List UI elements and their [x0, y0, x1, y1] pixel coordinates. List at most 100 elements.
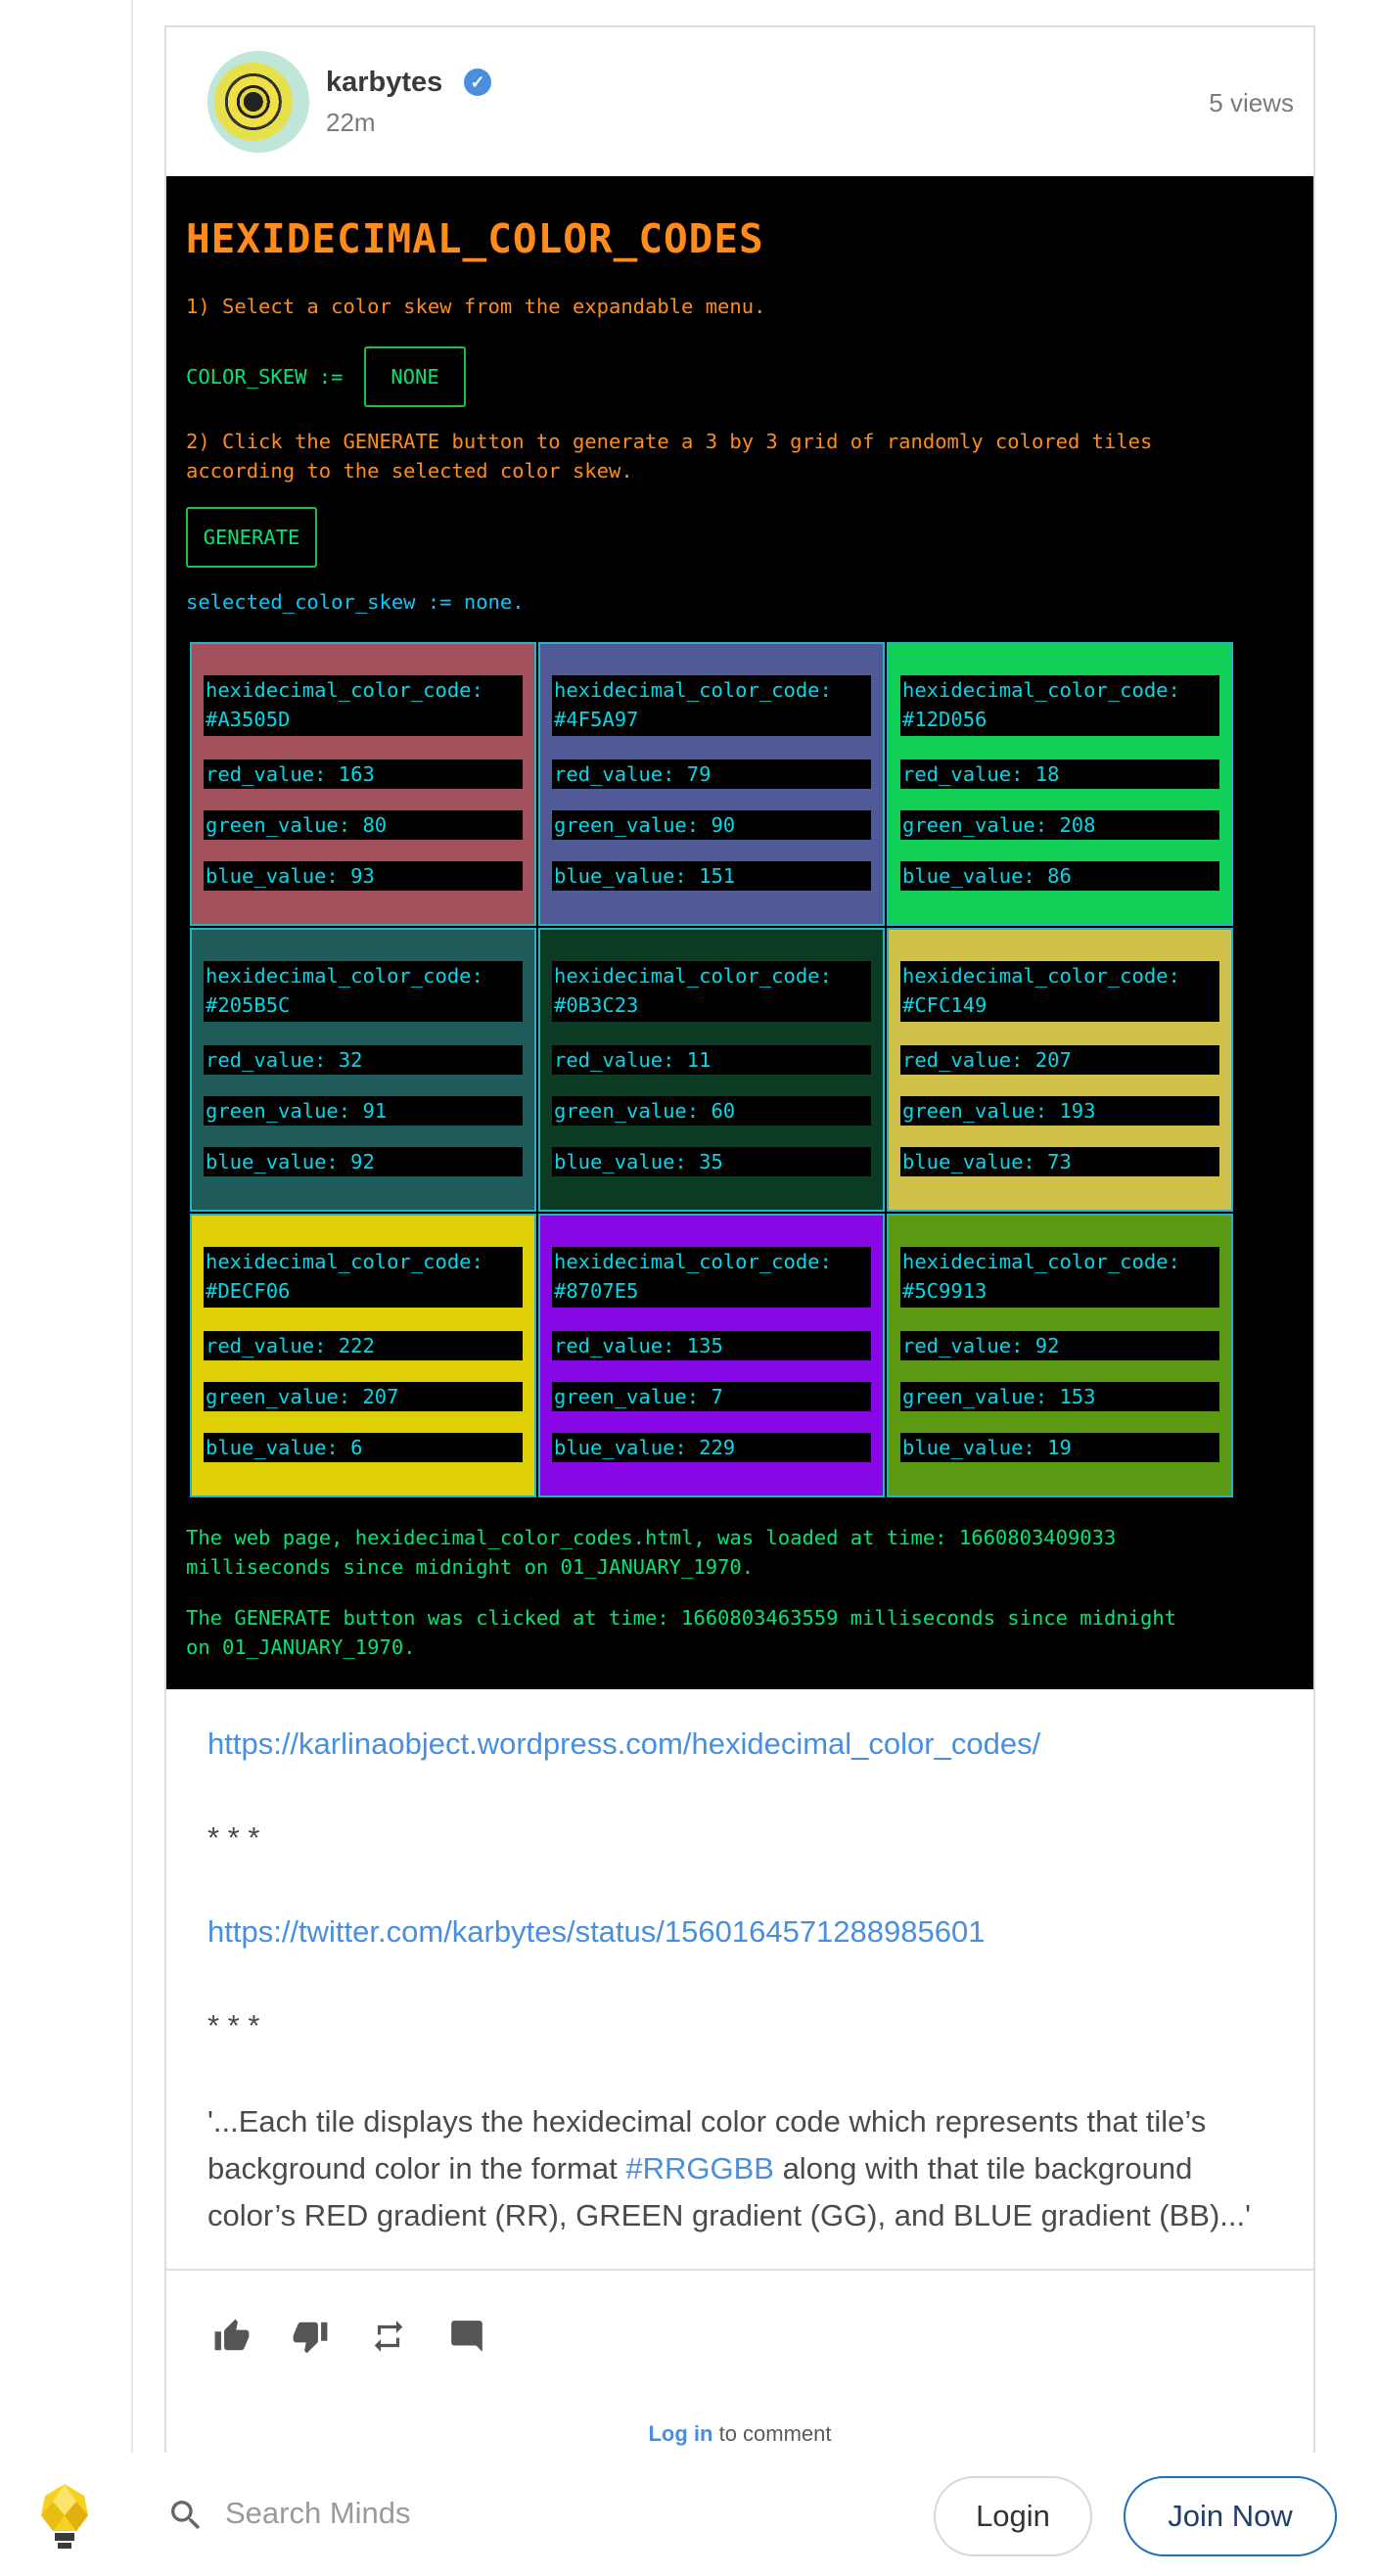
hex-code-value: #205B5C	[206, 993, 291, 1017]
red-value: red_value: 32	[204, 1045, 523, 1075]
red-value: red_value: 79	[552, 759, 871, 789]
hashtag-link[interactable]: #RRGGBB	[625, 2151, 774, 2185]
hex-code-value: #0B3C23	[554, 993, 639, 1017]
green-value: green_value: 207	[204, 1382, 523, 1411]
embedded-app-screenshot: HEXIDECIMAL_COLOR_CODES 1) Select a colo…	[166, 176, 1313, 1689]
blue-value: blue_value: 151	[552, 861, 871, 891]
red-value: red_value: 135	[552, 1331, 871, 1360]
comment-icon[interactable]	[448, 2318, 485, 2355]
hex-code-value: #12D056	[902, 708, 988, 731]
hex-code-label: hexidecimal_color_code:	[206, 678, 483, 702]
hex-code-value: #A3505D	[206, 708, 291, 731]
hex-code-label: hexidecimal_color_code:	[902, 964, 1180, 988]
comment-prompt: Log in to comment	[166, 2421, 1313, 2447]
left-rail	[0, 0, 133, 2576]
blue-value: blue_value: 73	[900, 1147, 1219, 1176]
bottom-bar: Login Join Now	[0, 2453, 1378, 2576]
green-value: green_value: 7	[552, 1382, 871, 1411]
hex-code-label: hexidecimal_color_code:	[902, 678, 1180, 702]
hex-code-value: #DECF06	[206, 1279, 291, 1303]
green-value: green_value: 80	[204, 810, 523, 840]
color-tile: hexidecimal_color_code: #8707E5 red_value…	[538, 1214, 885, 1497]
step-1-text: 1) Select a color skew from the expandab…	[186, 295, 766, 318]
thumbs-down-icon[interactable]	[292, 2318, 329, 2355]
post-quote: '...Each tile displays the hexidecimal c…	[207, 2098, 1274, 2239]
minds-logo-bulb-icon[interactable]	[37, 2482, 92, 2553]
step-2-line-1: 2) Click the GENERATE button to generate…	[186, 430, 1153, 453]
avatar[interactable]	[207, 51, 309, 153]
hex-code-field: hexidecimal_color_code: #205B5C	[204, 961, 523, 1022]
color-tile: hexidecimal_color_code: #205B5C red_value…	[190, 928, 536, 1212]
color-tile: hexidecimal_color_code: #CFC149 red_value…	[887, 928, 1233, 1212]
post-time[interactable]: 22m	[326, 108, 376, 138]
hex-code-value: #5C9913	[902, 1279, 988, 1303]
color-tile: hexidecimal_color_code: #12D056 red_value…	[887, 642, 1233, 926]
hex-code-field: hexidecimal_color_code: #12D056	[900, 675, 1219, 736]
hex-code-label: hexidecimal_color_code:	[902, 1250, 1180, 1273]
divider	[166, 2269, 1313, 2271]
hex-code-field: hexidecimal_color_code: #DECF06	[204, 1247, 523, 1308]
blue-value: blue_value: 35	[552, 1147, 871, 1176]
search-icon[interactable]	[166, 2496, 206, 2535]
hex-code-field: hexidecimal_color_code: #CFC149	[900, 961, 1219, 1022]
hex-code-field: hexidecimal_color_code: #8707E5	[552, 1247, 871, 1308]
comment-suffix: to comment	[712, 2421, 832, 2446]
color-tile: hexidecimal_color_code: #DECF06 red_value…	[190, 1214, 536, 1497]
hex-code-value: #4F5A97	[554, 708, 639, 731]
post-actions	[213, 2318, 485, 2355]
thumbs-up-icon[interactable]	[213, 2318, 251, 2355]
login-to-comment-link[interactable]: Log in	[648, 2421, 712, 2446]
red-value: red_value: 163	[204, 759, 523, 789]
clicked-time-line-2: on 01_JANUARY_1970.	[186, 1635, 416, 1659]
red-value: red_value: 18	[900, 759, 1219, 789]
view-count: 5 views	[1209, 88, 1294, 117]
color-skew-select[interactable]: NONE	[364, 346, 466, 407]
blue-value: blue_value: 92	[204, 1147, 523, 1176]
verified-badge-icon: ✓	[464, 69, 491, 96]
loaded-time-line-2: milliseconds since midnight on 01_JANUAR…	[186, 1555, 755, 1579]
red-value: red_value: 11	[552, 1045, 871, 1075]
remind-repeat-icon[interactable]	[370, 2318, 407, 2355]
hex-code-label: hexidecimal_color_code:	[206, 964, 483, 988]
blue-value: blue_value: 93	[204, 861, 523, 891]
color-tile-grid: hexidecimal_color_code: #A3505D red_value…	[190, 642, 1235, 1497]
app-title: HEXIDECIMAL_COLOR_CODES	[186, 215, 764, 262]
hex-code-label: hexidecimal_color_code:	[206, 1250, 483, 1273]
login-button[interactable]: Login	[934, 2476, 1092, 2556]
color-tile: hexidecimal_color_code: #4F5A97 red_value…	[538, 642, 885, 926]
green-value: green_value: 208	[900, 810, 1219, 840]
search-input[interactable]	[225, 2482, 861, 2545]
post-card: karbytes ✓ 22m 5 views HEXIDECIMAL_COLOR…	[164, 25, 1315, 2453]
post-header: karbytes ✓ 22m 5 views	[166, 27, 1313, 176]
separator: * * *	[207, 1820, 260, 1855]
red-value: red_value: 222	[204, 1331, 523, 1360]
loaded-time-line-1: The web page, hexidecimal_color_codes.ht…	[186, 1526, 1117, 1549]
hex-code-field: hexidecimal_color_code: #5C9913	[900, 1247, 1219, 1308]
selected-color-skew-text: selected_color_skew := none.	[186, 590, 525, 614]
blue-value: blue_value: 86	[900, 861, 1219, 891]
twitter-link[interactable]: https://twitter.com/karbytes/status/1560…	[207, 1909, 985, 1955]
blue-value: blue_value: 229	[552, 1433, 871, 1462]
color-tile: hexidecimal_color_code: #A3505D red_value…	[190, 642, 536, 926]
green-value: green_value: 90	[552, 810, 871, 840]
green-value: green_value: 153	[900, 1382, 1219, 1411]
color-tile: hexidecimal_color_code: #0B3C23 red_value…	[538, 928, 885, 1212]
hex-code-label: hexidecimal_color_code:	[554, 678, 832, 702]
hex-code-field: hexidecimal_color_code: #4F5A97	[552, 675, 871, 736]
blue-value: blue_value: 19	[900, 1433, 1219, 1462]
hex-code-field: hexidecimal_color_code: #A3505D	[204, 675, 523, 736]
join-now-button[interactable]: Join Now	[1124, 2476, 1337, 2556]
green-value: green_value: 193	[900, 1096, 1219, 1126]
wordpress-link[interactable]: https://karlinaobject.wordpress.com/hexi…	[207, 1721, 1040, 1768]
hex-code-value: #CFC149	[902, 993, 988, 1017]
clicked-time-line-1: The GENERATE button was clicked at time:…	[186, 1606, 1177, 1630]
username[interactable]: karbytes	[326, 67, 442, 99]
green-value: green_value: 91	[204, 1096, 523, 1126]
generate-button[interactable]: GENERATE	[186, 507, 317, 568]
step-2-line-2: according to the selected color skew.	[186, 459, 633, 483]
hex-code-label: hexidecimal_color_code:	[554, 964, 832, 988]
separator: * * *	[207, 2008, 260, 2043]
color-skew-label: COLOR_SKEW :=	[186, 365, 344, 389]
red-value: red_value: 207	[900, 1045, 1219, 1075]
color-tile: hexidecimal_color_code: #5C9913 red_value…	[887, 1214, 1233, 1497]
